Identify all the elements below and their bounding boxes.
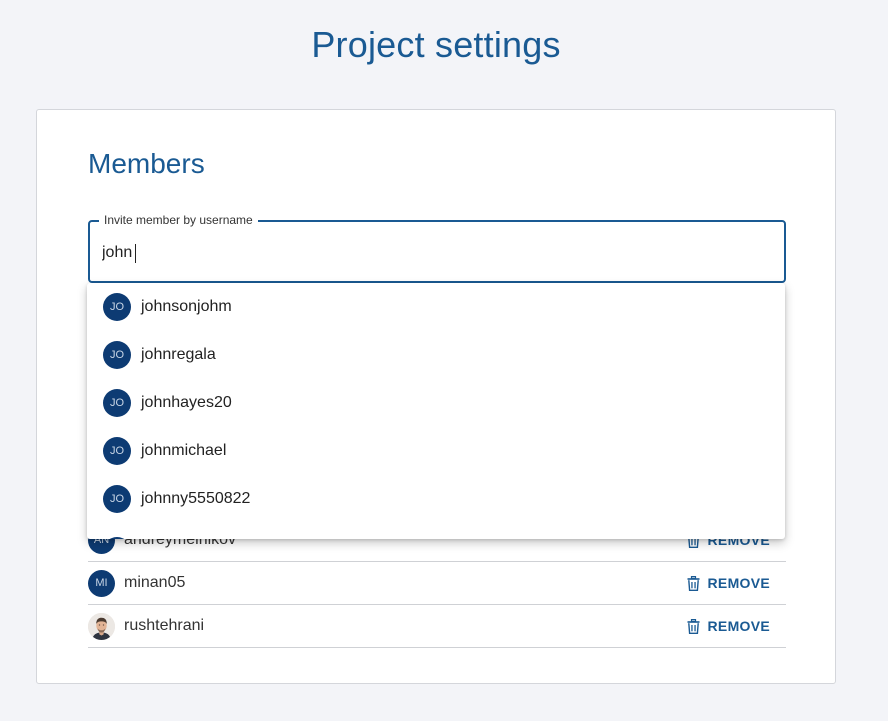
remove-button-label: REMOVE: [707, 575, 770, 591]
user-photo-avatar: [88, 612, 115, 640]
suggestion-username: johnregala: [141, 346, 216, 363]
avatar: JO: [103, 389, 131, 417]
member-username: rushtehrani: [124, 617, 205, 634]
remove-member-button[interactable]: REMOVE: [687, 605, 770, 647]
remove-button-label: REMOVE: [707, 618, 770, 634]
avatar: JO: [103, 341, 131, 369]
avatar: JO: [103, 537, 131, 539]
invite-member-field[interactable]: Invite member by username: [88, 213, 786, 283]
trash-icon: [687, 575, 700, 591]
suggestion-option[interactable]: JO: [87, 523, 785, 539]
suggestion-option[interactable]: JO johnregala: [87, 331, 785, 379]
page-title: Project settings: [311, 24, 561, 65]
members-section-title: Members: [88, 148, 205, 179]
suggestion-option[interactable]: JO johnny5550822: [87, 475, 785, 523]
avatar: JO: [103, 293, 131, 321]
avatar: JO: [103, 437, 131, 465]
trash-icon: [687, 618, 700, 634]
member-row: rushtehrani REMOVE: [88, 605, 786, 648]
person-photo-icon: [88, 612, 115, 640]
invite-member-input[interactable]: [102, 242, 702, 264]
suggestion-username: johnsonjohm: [141, 298, 232, 315]
invite-member-label: Invite member by username: [99, 213, 258, 227]
member-row: MI minan05 REMOVE: [88, 562, 786, 605]
suggestion-username: johnny5550822: [141, 490, 251, 507]
autocomplete-dropdown: JO johnsonjohm JO johnregala JO johnhaye…: [87, 283, 785, 539]
suggestion-username: johnmichael: [141, 442, 227, 459]
remove-member-button[interactable]: REMOVE: [687, 562, 770, 604]
text-caret: [135, 244, 136, 263]
suggestion-option[interactable]: JO johnsonjohm: [87, 283, 785, 331]
avatar: MI: [88, 569, 115, 597]
member-username: minan05: [124, 574, 186, 591]
suggestion-option[interactable]: JO johnhayes20: [87, 379, 785, 427]
avatar: JO: [103, 485, 131, 513]
suggestion-option[interactable]: JO johnmichael: [87, 427, 785, 475]
suggestion-username: johnhayes20: [141, 394, 232, 411]
